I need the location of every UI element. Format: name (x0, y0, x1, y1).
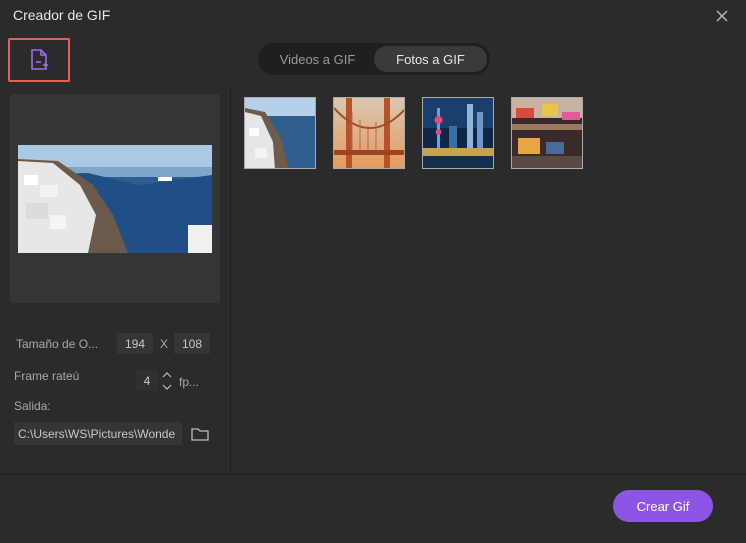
add-files-button[interactable] (8, 38, 70, 82)
frame-rate-stepper-icon[interactable] (160, 370, 174, 392)
frame-rate-unit: fp... (179, 375, 200, 389)
window-title: Creador de GIF (13, 7, 111, 23)
santorini-photo-icon[interactable] (244, 97, 316, 169)
title-bar: Creador de GIF (0, 0, 746, 30)
mode-switch: Videos a GIF Fotos a GIF (258, 43, 490, 75)
height-input[interactable]: 108 (173, 332, 211, 355)
add-file-icon (31, 49, 48, 70)
output-label: Salida: (14, 399, 51, 413)
frame-rate-input[interactable]: 4 (135, 369, 159, 392)
output-size-label: Tamaño de O... (16, 337, 99, 351)
width-input[interactable]: 194 (116, 332, 154, 355)
output-path-field[interactable]: C:\Users\WS\Pictures\Wonde (14, 422, 182, 445)
folder-icon[interactable] (191, 427, 209, 441)
frame-rate-label: Frame rateú (14, 369, 80, 383)
tab-fotos-a-gif[interactable]: Fotos a GIF (374, 46, 487, 72)
preview-image (18, 145, 212, 253)
shanghai-night-photo-icon[interactable] (422, 97, 494, 169)
hongkong-street-photo-icon[interactable] (511, 97, 583, 169)
golden-gate-photo-icon[interactable] (333, 97, 405, 169)
create-gif-button[interactable]: Crear Gif (613, 490, 713, 522)
close-icon[interactable] (714, 8, 730, 24)
tab-videos-a-gif[interactable]: Videos a GIF (261, 46, 374, 72)
size-separator: X (160, 337, 169, 351)
